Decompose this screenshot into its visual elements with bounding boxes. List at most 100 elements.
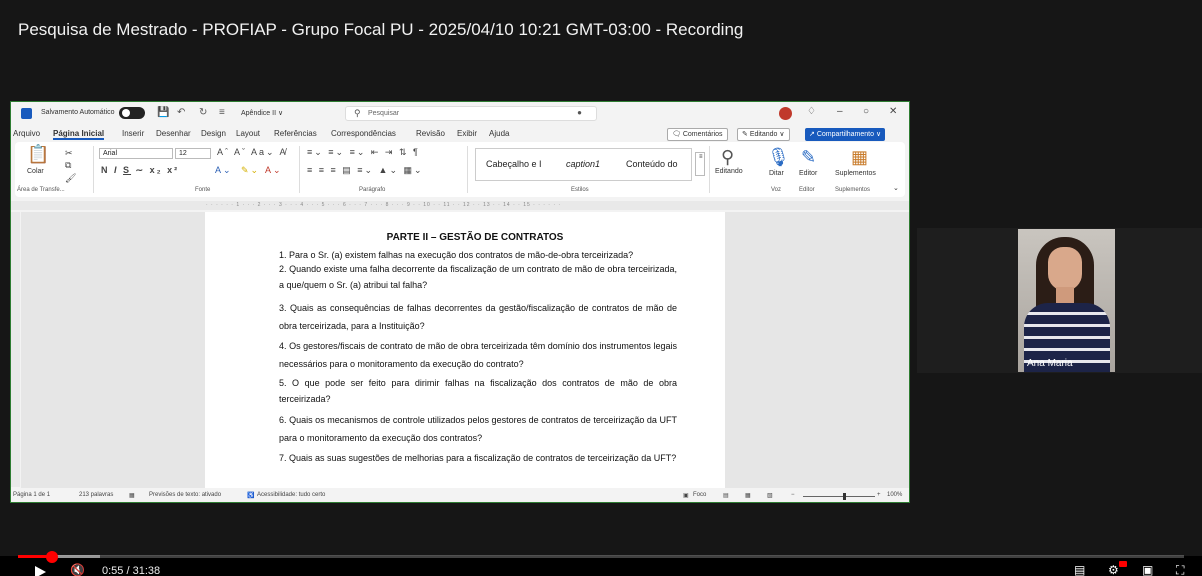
zoom-out-icon[interactable]: − [791, 492, 795, 498]
editing-label[interactable]: Editando [715, 168, 743, 175]
ribbon-divider [299, 146, 300, 193]
participant-face [1048, 247, 1082, 291]
editor-label[interactable]: Editor [799, 170, 817, 177]
zoom-level[interactable]: 100% [887, 492, 902, 498]
progress-scrubber[interactable] [46, 551, 58, 563]
dictate-microphone-icon[interactable]: 🎙 [767, 147, 790, 168]
word-titlebar: Salvamento Automático 💾 ↶ ↻ ≡ Apêndice I… [11, 102, 909, 125]
fullscreen-icon[interactable]: ⛶ [1176, 563, 1184, 576]
microphone-icon[interactable]: ● [577, 108, 582, 117]
volume-muted-icon[interactable]: 🔇 [70, 563, 85, 576]
editor-group-label: Editor [799, 187, 815, 193]
style-content-item[interactable]: Conteúdo do [626, 159, 678, 169]
styles-expand-button[interactable]: ≡ [695, 152, 705, 176]
status-bar: Página 1 de 1 213 palavras ▦ Previsões d… [11, 490, 909, 502]
dictate-label[interactable]: Ditar [769, 170, 784, 177]
page-count[interactable]: Página 1 de 1 [13, 492, 50, 498]
time-display: 0:55 / 31:38 [102, 565, 161, 576]
undo-icon[interactable]: ↶ [177, 107, 185, 118]
settings-gear-icon[interactable]: ⚙ [1108, 563, 1119, 576]
menu-item-desenhar[interactable]: Desenhar [156, 129, 191, 138]
list-icons[interactable]: ≡⌄ ≡⌄ ≡⌄ ⇤ ⇥ ⇅ ¶ [307, 147, 420, 158]
document-name[interactable]: Apêndice II ∨ [241, 109, 283, 117]
menu-item-layout[interactable]: Layout [236, 129, 260, 138]
styles-gallery[interactable]: Cabeçalho e I caption1 Conteúdo do [475, 148, 692, 181]
copy-icon[interactable]: ⧉ [65, 160, 73, 171]
cut-icon[interactable]: ✂ [65, 148, 75, 159]
minimize-icon[interactable]: – [837, 106, 843, 117]
font-size-grow-shrink-icons[interactable]: Aˆ Aˇ Aa⌄ A̸ [217, 147, 288, 158]
comments-button[interactable]: 🗨 Comentários [667, 128, 728, 141]
close-icon[interactable]: ✕ [889, 106, 897, 117]
addins-grid-icon[interactable]: ▦ [851, 147, 868, 168]
alignment-icons[interactable]: ≡ ≡ ≡ ▤ ≡⌄ ▲⌄ ▦⌄ [307, 165, 424, 176]
web-layout-icon[interactable]: ▧ [767, 492, 773, 499]
document-body[interactable]: 1. Para o Sr. (a) existem falhas na exec… [279, 249, 677, 473]
font-name-select[interactable]: Arial [99, 148, 173, 159]
page-heading: PARTE II – GESTÃO DE CONTRATOS [386, 232, 564, 243]
menu-item-inserir[interactable]: Inserir [122, 129, 144, 138]
font-size-select[interactable]: 12 [175, 148, 211, 159]
ribbon: 📋 Colar ✂ ⧉ 🖌 Área de Transfe... Arial 1… [15, 142, 905, 197]
document-canvas[interactable]: PARTE II – GESTÃO DE CONTRATOS 1. Para o… [21, 212, 909, 488]
diamond-icon[interactable]: ♢ [807, 106, 816, 117]
print-layout-icon[interactable]: ▦ [745, 492, 751, 499]
menu-item-design[interactable]: Design [201, 129, 226, 138]
quick-access-menu-icon[interactable]: ≡ [219, 107, 225, 118]
accessibility-status[interactable]: Acessibilidade: tudo certo [257, 492, 325, 498]
search-icon: ⚲ [354, 108, 361, 118]
menu-item-exibir[interactable]: Exibir [457, 129, 477, 138]
miniplayer-icon[interactable]: ▣ [1142, 563, 1153, 576]
zoom-slider-thumb[interactable] [843, 493, 846, 500]
menu-item-ajuda[interactable]: Ajuda [489, 129, 509, 138]
menu-item-correspondencias[interactable]: Correspondências [331, 129, 396, 138]
text-predictions-status[interactable]: Previsões de texto: ativado [149, 492, 221, 498]
search-input[interactable]: ⚲ Pesquisar ● [345, 106, 597, 121]
menu-item-pagina-inicial[interactable]: Página Inicial [53, 129, 105, 140]
zoom-in-icon[interactable]: + [877, 492, 881, 498]
redo-icon[interactable]: ↻ [199, 107, 207, 118]
menu-bar: Arquivo Página Inicial Inserir Desenhar … [11, 126, 909, 142]
restore-icon[interactable]: ○ [863, 106, 869, 117]
video-player[interactable]: Pesquisa de Mestrado - PROFIAP - Grupo F… [0, 0, 1202, 576]
menu-item-referencias[interactable]: Referências [274, 129, 317, 138]
proofing-icon[interactable]: ▦ [129, 492, 135, 499]
vertical-ruler[interactable] [11, 212, 20, 487]
focus-mode-button[interactable]: Foco [693, 492, 706, 498]
save-icon[interactable]: 💾 [157, 107, 169, 118]
style-heading-item[interactable]: Cabeçalho e I [486, 159, 542, 169]
editing-mode-button[interactable]: ✎ Editando ∨ [737, 128, 790, 141]
voice-group-label: Voz [771, 187, 782, 193]
focus-icon: ▣ [683, 493, 689, 499]
zoom-slider[interactable] [803, 496, 875, 497]
video-frame[interactable]: Pesquisa de Mestrado - PROFIAP - Grupo F… [0, 0, 1202, 556]
clipboard-group-label: Área de Transfe... [17, 187, 65, 193]
document-page[interactable]: PARTE II – GESTÃO DE CONTRATOS 1. Para o… [205, 212, 725, 488]
text-effects-icon[interactable]: A⌄ [215, 165, 233, 176]
share-button[interactable]: ↗ Compartilhamento ∨ [805, 128, 886, 141]
play-icon[interactable] [35, 566, 46, 576]
font-color-icon[interactable]: A⌄ [265, 165, 283, 176]
read-mode-icon[interactable]: ▤ [723, 492, 729, 499]
paste-icon[interactable]: 📋 [27, 144, 49, 165]
word-count[interactable]: 213 palavras [79, 492, 113, 498]
menu-item-revisao[interactable]: Revisão [416, 129, 445, 138]
highlight-color-icon[interactable]: ✎⌄ [241, 165, 260, 176]
avatar[interactable] [779, 107, 792, 120]
format-painter-icon[interactable]: 🖌 [65, 173, 78, 184]
ruler-ticks: · · · · · · 1 · · · 2 · · · 3 · · · 4 · … [206, 202, 562, 208]
font-format-icons[interactable]: N I S ∼ x₂ x² [101, 165, 179, 176]
progress-bar[interactable] [18, 555, 1184, 558]
find-icon[interactable]: ⚲ [721, 147, 734, 168]
collapse-ribbon-icon[interactable]: ⌄ [893, 184, 899, 192]
participant-name: Ana Maria [1027, 358, 1073, 369]
subtitles-icon[interactable]: ▤ [1074, 563, 1085, 576]
editor-pen-icon[interactable]: ✎ [801, 147, 816, 168]
menu-item-arquivo[interactable]: Arquivo [13, 129, 40, 138]
addins-label[interactable]: Suplementos [835, 170, 876, 177]
horizontal-ruler[interactable]: · · · · · · 1 · · · 2 · · · 3 · · · 4 · … [11, 201, 909, 210]
paste-label[interactable]: Colar [27, 168, 44, 175]
autosave-toggle[interactable] [119, 107, 145, 119]
style-caption-item[interactable]: caption1 [566, 159, 600, 169]
editing-mode-label: Editando ∨ [749, 131, 785, 138]
